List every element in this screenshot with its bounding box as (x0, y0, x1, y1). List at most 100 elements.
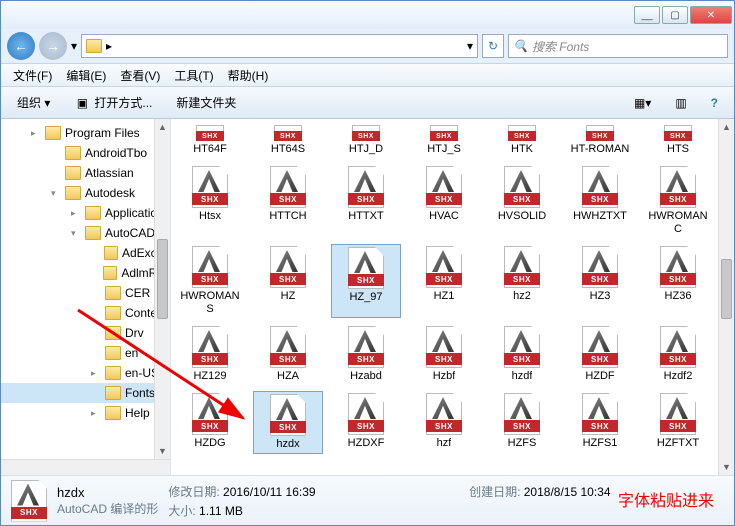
file-item[interactable]: SHXHT64S (253, 123, 323, 158)
file-name: HZFS (508, 437, 537, 450)
file-item[interactable]: SHXhzf (409, 391, 479, 454)
file-item[interactable]: SHXHZFTXT (643, 391, 713, 454)
file-item[interactable]: SHXhz2 (487, 244, 557, 318)
expand-icon[interactable]: ▸ (91, 368, 101, 379)
expand-icon[interactable]: ▾ (51, 188, 61, 199)
file-item[interactable]: SHXHVAC (409, 164, 479, 238)
menu-item[interactable]: 编辑(E) (60, 65, 112, 86)
tree-node[interactable]: ▸Program Files (1, 123, 170, 143)
menu-bar: 文件(F)编辑(E)查看(V)工具(T)帮助(H) (1, 63, 734, 87)
folder-icon (103, 266, 117, 280)
file-name: HVSOLID (498, 210, 546, 223)
file-item[interactable]: SHXHTTXT (331, 164, 401, 238)
tree-node[interactable]: ▾Autodesk (1, 183, 170, 203)
file-item[interactable]: SHXHZA (253, 324, 323, 385)
new-folder-button[interactable]: 新建文件夹 (168, 90, 244, 115)
files-scrollbar[interactable]: ▲▼ (718, 119, 734, 475)
file-item[interactable]: SHXHZDF (565, 324, 635, 385)
file-item[interactable]: SHXHZDXF (331, 391, 401, 454)
file-item[interactable]: SHXHTJ_S (409, 123, 479, 158)
tree-node[interactable]: ▸Help (1, 403, 170, 423)
search-box[interactable]: 🔍 搜索 Fonts (508, 34, 728, 58)
tree-node[interactable]: Atlassian (1, 163, 170, 183)
file-item[interactable]: SHXHZFS (487, 391, 557, 454)
file-list[interactable]: SHXHT64FSHXHT64SSHXHTJ_DSHXHTJ_SSHXHTKSH… (171, 119, 734, 475)
file-item[interactable]: SHXhzdf (487, 324, 557, 385)
shx-file-icon: SHX (274, 125, 302, 141)
tree-node[interactable]: AndroidTbo (1, 143, 170, 163)
menu-item[interactable]: 文件(F) (7, 65, 58, 86)
scroll-thumb[interactable] (157, 239, 168, 319)
tree-node[interactable]: CER (1, 283, 170, 303)
file-item[interactable]: SHXHZ1 (409, 244, 479, 318)
tree-node[interactable]: ▾AutoCAD 2 (1, 223, 170, 243)
file-item[interactable]: SHXHWHZTXT (565, 164, 635, 238)
scroll-thumb[interactable] (721, 259, 732, 319)
tree-node[interactable]: AdExcha (1, 243, 170, 263)
open-with-button[interactable]: ▣打开方式... (66, 90, 160, 115)
file-item[interactable]: SHXHTK (487, 123, 557, 158)
back-button[interactable]: ← (7, 32, 35, 60)
file-name: hzdf (512, 370, 533, 383)
path-expand-icon[interactable]: ▾ (467, 39, 473, 53)
search-icon: 🔍 (513, 39, 528, 53)
expand-icon[interactable]: ▸ (71, 208, 81, 219)
organize-button[interactable]: 组织 ▾ (9, 90, 58, 115)
folder-icon (65, 186, 81, 200)
file-name: Hzbf (433, 370, 456, 383)
tree-label: en (125, 346, 138, 360)
tree-node[interactable]: AdlmRes (1, 263, 170, 283)
file-item[interactable]: SHXHTTCH (253, 164, 323, 238)
file-item[interactable]: SHXHZ3 (565, 244, 635, 318)
expand-icon[interactable]: ▾ (71, 228, 81, 239)
expand-icon[interactable]: ▸ (91, 408, 101, 419)
mod-date-value: 2016/10/11 16:39 (223, 485, 316, 499)
toolbar: 组织 ▾ ▣打开方式... 新建文件夹 ▦▾ ▥ ? (1, 87, 734, 119)
tree-hscrollbar[interactable] (1, 459, 170, 475)
file-item[interactable]: SHXHZ (253, 244, 323, 318)
preview-pane-button[interactable]: ▥ (667, 92, 694, 114)
file-item[interactable]: SHXHZ129 (175, 324, 245, 385)
expand-icon[interactable]: ▸ (31, 128, 41, 139)
file-item[interactable]: SHXHtsx (175, 164, 245, 238)
menu-item[interactable]: 工具(T) (168, 65, 219, 86)
file-item[interactable]: SHXHT-ROMAN (565, 123, 635, 158)
address-bar[interactable]: ▸ ▾ (81, 34, 478, 58)
file-item[interactable]: SHXHzbf (409, 324, 479, 385)
path-dropdown-icon[interactable]: ▸ (106, 39, 112, 53)
menu-item[interactable]: 帮助(H) (222, 65, 275, 86)
file-item[interactable]: SHXHzdf2 (643, 324, 713, 385)
file-item[interactable]: SHXHTS (643, 123, 713, 158)
folder-icon (104, 246, 118, 260)
file-item[interactable]: SHXHT64F (175, 123, 245, 158)
file-item[interactable]: SHXHWROMANC (643, 164, 713, 238)
refresh-button[interactable]: ↻ (482, 34, 504, 58)
file-item[interactable]: SHXHZDG (175, 391, 245, 454)
tree-node[interactable]: Drv (1, 323, 170, 343)
tree-node[interactable]: ▸Application (1, 203, 170, 223)
file-item[interactable]: SHXHVSOLID (487, 164, 557, 238)
file-item[interactable]: SHXHTJ_D (331, 123, 401, 158)
tree-node[interactable]: en (1, 343, 170, 363)
folder-icon (105, 286, 121, 300)
tree-node[interactable]: Content (1, 303, 170, 323)
help-button[interactable]: ? (703, 92, 726, 114)
tree-node[interactable]: Fonts (1, 383, 170, 403)
mod-date-label: 修改日期: (168, 485, 219, 499)
file-item[interactable]: SHXHZ_97 (331, 244, 401, 318)
history-dropdown[interactable]: ▾ (71, 39, 77, 53)
forward-button[interactable]: → (39, 32, 67, 60)
menu-item[interactable]: 查看(V) (114, 65, 166, 86)
tree-scrollbar[interactable]: ▲▼ (154, 119, 170, 475)
shx-file-icon: SHX (270, 394, 306, 436)
file-item[interactable]: SHXHWROMANS (175, 244, 245, 318)
minimize-button[interactable]: __ (634, 6, 660, 24)
view-button[interactable]: ▦▾ (626, 92, 659, 114)
maximize-button[interactable]: ▢ (662, 6, 688, 24)
file-item[interactable]: SHXHzabd (331, 324, 401, 385)
file-item[interactable]: SHXHZ36 (643, 244, 713, 318)
file-item[interactable]: SHXHZFS1 (565, 391, 635, 454)
close-button[interactable]: ✕ (690, 6, 732, 24)
tree-node[interactable]: ▸en-US (1, 363, 170, 383)
file-item[interactable]: SHXhzdx (253, 391, 323, 454)
